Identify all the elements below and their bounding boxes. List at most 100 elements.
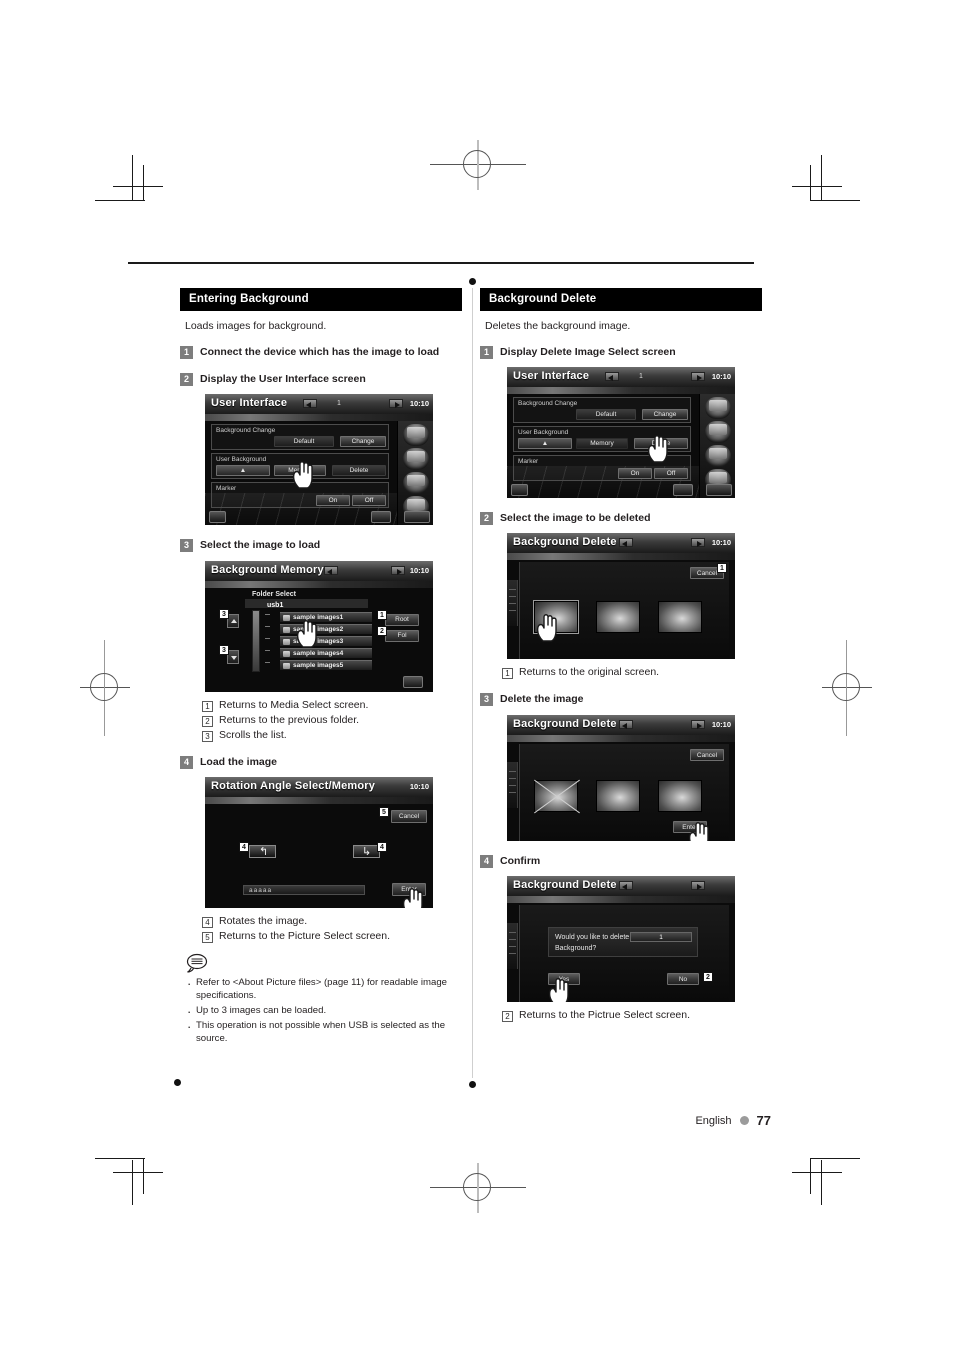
column-end-dot [174,1079,181,1086]
list-item[interactable]: sample images3 [280,635,372,646]
screen-body: Cancel 5 ↰ 4 ↳ 4 aaaaa Enter [205,804,433,908]
rail-icon-2[interactable] [403,448,429,471]
thumbnail-3[interactable] [658,601,702,634]
step-number: 4 [180,755,193,769]
list-item[interactable]: sample images4 [280,647,372,658]
next-page-arrow-icon[interactable] [691,880,705,890]
marker-off-button[interactable]: Off [654,468,688,480]
callout-badge: 3 [219,644,229,655]
folder-header-bg [245,598,368,608]
reference-list-left-2: 4 Rotates the image. 5 Returns to the Pi… [202,915,462,943]
screen-background-delete-select: Background Delete 10:10 Cancel 1 [507,533,735,660]
change-button[interactable]: Change [340,436,386,448]
screen-title: Rotation Angle Select/Memory [211,779,376,792]
marker-on-button[interactable]: On [316,495,350,507]
next-page-arrow-icon[interactable] [691,372,705,382]
screen-title: Background Delete [513,878,617,891]
volume-down-icon[interactable] [511,484,528,497]
prev-page-arrow-icon[interactable] [605,372,619,382]
change-button[interactable]: Change [642,409,688,421]
scroll-track[interactable] [252,609,260,672]
rail-icon-2[interactable] [705,421,731,444]
list-item[interactable]: sample images5 [280,659,372,670]
reference-text: Rotates the image. [219,914,308,927]
next-page-arrow-icon[interactable] [389,399,403,409]
rail-icon-1[interactable] [403,424,429,447]
prev-page-arrow-icon[interactable] [619,880,633,890]
rail-icon-3[interactable] [403,472,429,495]
footer-dot-icon [739,1116,749,1125]
thumbnail-2[interactable] [596,779,640,812]
reference-row: 5 Returns to the Picture Select screen. [202,930,462,943]
section-title-entering-background: Entering Background [180,288,462,311]
screen-clock: 10:10 [711,372,731,382]
reference-text: Returns to the Picture Select screen. [219,929,390,942]
reference-text: Returns to the original screen. [519,666,660,679]
step-4-left: 4 Load the image [180,755,462,769]
screen-body: Background Change Default Change User Ba… [205,421,433,526]
background-number-field: 1 [630,931,692,942]
source-icon-rail [397,421,433,526]
screen-bottom-bar [205,510,397,525]
rail-icon-1[interactable] [705,397,731,420]
default-button[interactable]: Default [576,409,636,421]
level-bar-button[interactable]: ▲ [518,438,572,450]
step-2-right: 2 Select the image to be deleted [480,511,762,526]
memory-button[interactable]: Memory [576,438,628,450]
thumbnail-1-marked-for-delete[interactable] [534,779,580,813]
default-button[interactable]: Default [274,436,334,448]
marker-off-button[interactable]: Off [352,495,386,507]
group-background-change: Background Change Default Change [513,397,691,424]
screen-user-interface-memory: User Interface 1 10:10 Background Change… [205,394,433,526]
prev-page-arrow-icon[interactable] [619,538,633,548]
cancel-button[interactable]: Cancel [391,809,427,823]
next-page-arrow-icon[interactable] [391,565,405,575]
screen-body: Cancel 1 [507,560,735,660]
rail-icon-3[interactable] [705,445,731,468]
prev-page-arrow-icon[interactable] [619,719,633,729]
next-page-arrow-icon[interactable] [691,719,705,729]
return-arrow-icon[interactable] [673,484,693,497]
return-arrow-icon[interactable] [403,675,423,688]
callout-badge: 2 [377,625,387,636]
no-button[interactable]: No [667,972,699,985]
root-button[interactable]: Root [385,613,419,626]
reference-number: 4 [202,916,213,928]
level-bar-button[interactable]: ▲ [216,465,270,477]
pointing-hand-icon [401,886,427,908]
return-arrow-icon[interactable] [371,511,391,524]
thumbnail-2[interactable] [596,601,640,634]
step-3-right: 3 Delete the image [480,692,762,707]
folder-up-button[interactable]: Fol [385,629,419,642]
screen-clock: 10:10 [711,538,731,548]
rotate-left-button[interactable]: ↰ [249,844,276,858]
side-tab [507,922,518,969]
screen-title: Background Delete [513,536,617,549]
step-number: 3 [480,693,493,707]
next-page-arrow-icon[interactable] [691,538,705,548]
note-item: This operation is not possible when USB … [185,1018,462,1046]
screen-clock: 10:10 [711,719,731,729]
delete-panel: Cancel 1 [519,562,729,660]
delete-button[interactable]: Delete [332,465,386,477]
rail-up-icon[interactable] [706,484,732,497]
marker-on-button[interactable]: On [618,468,652,480]
list-item[interactable]: sample images1 [280,611,372,622]
step-text: Confirm [500,854,541,867]
footer-page-number: 77 [756,1113,771,1128]
rotate-right-button[interactable]: ↳ [353,844,380,858]
reference-text: Returns to Media Select screen. [219,698,369,711]
group-label: Marker [518,458,539,466]
volume-down-icon[interactable] [209,511,226,524]
filename-field: aaaaa [243,884,365,895]
cancel-button[interactable]: Cancel [690,748,724,761]
pointing-hand-icon [687,820,713,841]
group-label: Background Change [518,400,578,408]
rail-up-icon[interactable] [404,511,430,524]
prev-page-arrow-icon[interactable] [303,399,317,409]
group-label: Marker [216,485,237,493]
list-item[interactable]: sample images2 [280,623,372,634]
step-2-left: 2 Display the User Interface screen [180,372,462,387]
thumbnail-3[interactable] [658,779,702,812]
prev-page-arrow-icon[interactable] [324,565,338,575]
